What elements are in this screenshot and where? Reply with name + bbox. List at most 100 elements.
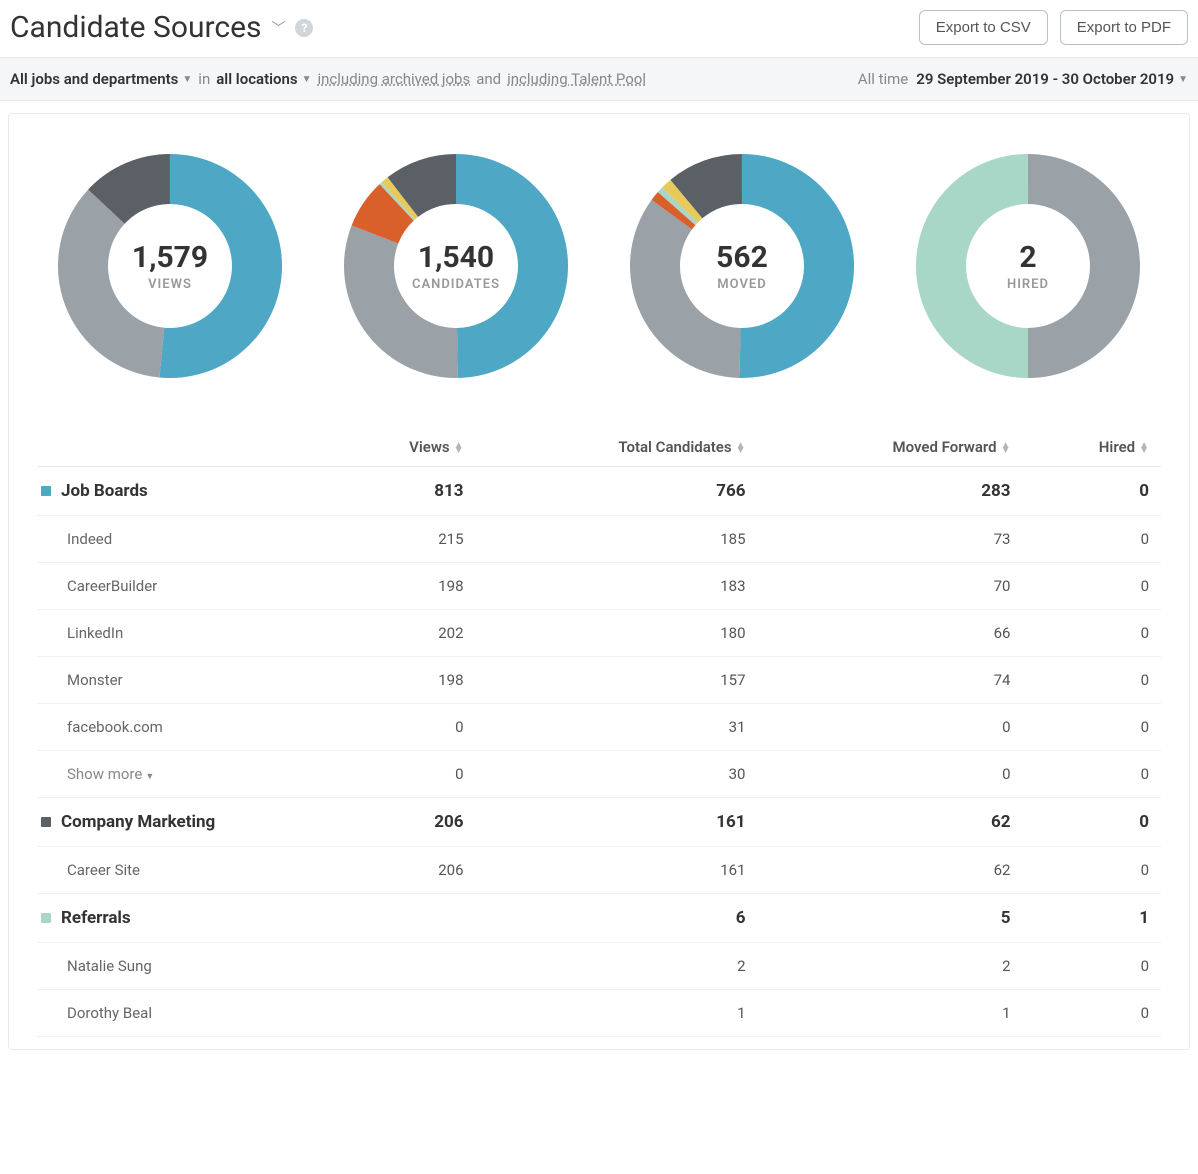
row-value-cell: 1 (1023, 894, 1162, 943)
table-row-group: Job Boards8137662830 (37, 467, 1161, 516)
row-label-cell[interactable]: Show more▼ (37, 751, 329, 798)
row-label-cell: Company Marketing (37, 798, 329, 847)
group-swatch-icon (41, 486, 51, 496)
row-label-cell: Monster (37, 657, 329, 704)
row-value-cell: 206 (329, 798, 475, 847)
table-row-sub: Dorothy Beal110 (37, 990, 1161, 1037)
row-value-cell: 30 (476, 751, 758, 798)
chevron-down-icon: ▼ (302, 74, 312, 85)
row-value-cell: 180 (476, 610, 758, 657)
row-value-cell: 0 (1023, 798, 1162, 847)
export-buttons: Export to CSV Export to PDF (919, 10, 1188, 45)
row-value-cell: 74 (758, 657, 1023, 704)
donut-label: HIRED (1007, 277, 1049, 292)
column-header (37, 428, 329, 467)
filter-archived-toggle[interactable]: including archived jobs (318, 70, 471, 88)
row-value-cell: 1 (758, 990, 1023, 1037)
row-value-cell: 62 (758, 798, 1023, 847)
chevron-down-icon: ▼ (182, 74, 192, 85)
column-header[interactable]: Moved Forward▲▼ (758, 428, 1023, 467)
donut-value: 2 (1019, 240, 1036, 275)
row-value-cell: 2 (758, 943, 1023, 990)
column-header[interactable]: Views▲▼ (329, 428, 475, 467)
table-body: Job Boards8137662830Indeed215185730Caree… (37, 467, 1161, 1037)
row-value-cell: 0 (1023, 704, 1162, 751)
top-bar: Candidate Sources ﹀ ? Export to CSV Expo… (0, 0, 1198, 57)
table-row-sub: LinkedIn202180660 (37, 610, 1161, 657)
row-value-cell: 62 (758, 847, 1023, 894)
filters-right: All time 29 September 2019 - 30 October … (858, 70, 1188, 88)
sources-table: Views▲▼Total Candidates▲▼Moved Forward▲▼… (37, 428, 1161, 1037)
row-value-cell: 66 (758, 610, 1023, 657)
row-value-cell: 0 (758, 751, 1023, 798)
row-value-cell (329, 894, 475, 943)
title-wrap: Candidate Sources ﹀ ? (10, 10, 313, 45)
donut-value: 1,540 (418, 240, 494, 275)
row-value-cell: 161 (476, 798, 758, 847)
row-value-cell: 283 (758, 467, 1023, 516)
group-swatch-icon (41, 817, 51, 827)
sort-icon[interactable]: ▲▼ (1139, 443, 1149, 453)
row-value-cell: 161 (476, 847, 758, 894)
row-value-cell: 0 (1023, 657, 1162, 704)
table-row-sub: facebook.com03100 (37, 704, 1161, 751)
filter-talent-pool-toggle[interactable]: including Talent Pool (507, 70, 646, 88)
sort-icon[interactable]: ▲▼ (454, 443, 464, 453)
page-title: Candidate Sources (10, 10, 261, 45)
column-header[interactable]: Hired▲▼ (1023, 428, 1162, 467)
row-value-cell: 198 (329, 657, 475, 704)
row-value-cell: 0 (1023, 751, 1162, 798)
report-card: 1,579VIEWS1,540CANDIDATES562MOVED2HIRED … (8, 113, 1190, 1050)
row-value-cell: 157 (476, 657, 758, 704)
row-value-cell: 0 (1023, 563, 1162, 610)
donut-charts-row: 1,579VIEWS 1,540CANDIDATES 562MOVED 2 HIRED (37, 154, 1161, 378)
filters-left: All jobs and departments▼ in all locatio… (10, 70, 646, 88)
row-value-cell: 202 (329, 610, 475, 657)
help-icon[interactable]: ? (295, 19, 313, 37)
donut-label: VIEWS (148, 277, 192, 292)
table-row-sub: Natalie Sung220 (37, 943, 1161, 990)
chevron-down-icon: ▼ (1178, 74, 1188, 85)
filter-locations[interactable]: all locations▼ (216, 70, 311, 88)
table-row-sub: Career Site206161620 (37, 847, 1161, 894)
row-value-cell: 5 (758, 894, 1023, 943)
row-value-cell: 206 (329, 847, 475, 894)
row-value-cell: 198 (329, 563, 475, 610)
sort-icon[interactable]: ▲▼ (736, 443, 746, 453)
sort-icon[interactable]: ▲▼ (1001, 443, 1011, 453)
row-label-cell: CareerBuilder (37, 563, 329, 610)
row-value-cell: 31 (476, 704, 758, 751)
table-row-group: Company Marketing206161620 (37, 798, 1161, 847)
row-label-cell: Natalie Sung (37, 943, 329, 990)
donut-views: 1,579VIEWS (58, 154, 282, 378)
title-chevron-down-icon[interactable]: ﹀ (271, 18, 285, 38)
column-header[interactable]: Total Candidates▲▼ (476, 428, 758, 467)
row-label-cell: LinkedIn (37, 610, 329, 657)
row-value-cell: 1 (476, 990, 758, 1037)
row-value-cell: 73 (758, 516, 1023, 563)
donut-moved: 562MOVED (630, 154, 854, 378)
filter-jobs[interactable]: All jobs and departments▼ (10, 70, 192, 88)
donut-candidates: 1,540CANDIDATES (344, 154, 568, 378)
filter-date-range[interactable]: 29 September 2019 - 30 October 2019▼ (916, 70, 1188, 88)
row-value-cell: 0 (758, 704, 1023, 751)
table-row-group: Referrals651 (37, 894, 1161, 943)
row-label-cell: Indeed (37, 516, 329, 563)
row-value-cell: 183 (476, 563, 758, 610)
row-value-cell: 6 (476, 894, 758, 943)
table-row-sub: CareerBuilder198183700 (37, 563, 1161, 610)
row-value-cell: 215 (329, 516, 475, 563)
row-label-cell: Job Boards (37, 467, 329, 516)
filter-and-label: and (476, 70, 501, 88)
row-value-cell: 0 (1023, 467, 1162, 516)
export-csv-button[interactable]: Export to CSV (919, 10, 1048, 45)
donut-label: MOVED (717, 277, 766, 292)
row-value-cell: 185 (476, 516, 758, 563)
row-value-cell: 0 (1023, 990, 1162, 1037)
export-pdf-button[interactable]: Export to PDF (1060, 10, 1188, 45)
row-value-cell: 2 (476, 943, 758, 990)
row-label-cell: facebook.com (37, 704, 329, 751)
table-header-row: Views▲▼Total Candidates▲▼Moved Forward▲▼… (37, 428, 1161, 467)
donut-center: 1,540CANDIDATES (344, 154, 568, 378)
table-row-sub: Indeed215185730 (37, 516, 1161, 563)
